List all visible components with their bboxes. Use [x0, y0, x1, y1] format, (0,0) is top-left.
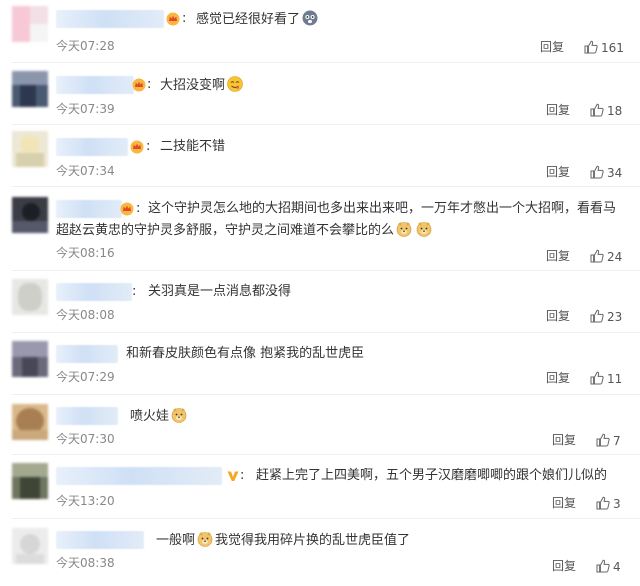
like-button[interactable]: 24 — [590, 249, 622, 264]
comment-time: 今天07:30 — [56, 432, 115, 446]
comment-item: : 大招没变啊 今天07:39 回复 18 — [0, 63, 640, 125]
comment-item: 喷火娃 今天07:30 回复 7 — [0, 395, 640, 455]
comment-text: 二技能不错 — [160, 139, 226, 154]
user-avatar[interactable] — [12, 279, 48, 315]
reply-button[interactable]: 回复 — [546, 249, 570, 263]
yum-face-emoji — [227, 76, 243, 92]
thumbs-up-icon — [596, 559, 610, 573]
like-button[interactable]: 18 — [590, 103, 622, 118]
vip-v-badge-icon — [227, 471, 239, 481]
comment-item: : 感觉已经很好看了 今天07:28 回复 161 — [0, 0, 640, 63]
reply-button[interactable]: 回复 — [552, 496, 576, 510]
user-avatar[interactable] — [12, 6, 48, 42]
comment-time: 今天13:20 — [56, 494, 115, 508]
thumbs-up-icon — [590, 371, 604, 385]
reply-button[interactable]: 回复 — [552, 433, 576, 447]
comment-time: 今天08:08 — [56, 308, 115, 322]
thumbs-up-icon — [596, 496, 610, 510]
like-button[interactable]: 3 — [596, 496, 621, 511]
reply-button[interactable]: 回复 — [546, 309, 570, 323]
comment-item: 一般啊 我觉得我用碎片换的乱世虎臣值了 今天08:38 回复 4 — [0, 519, 640, 586]
like-button[interactable]: 23 — [590, 309, 622, 324]
comment-item: : 赶紧上完了上四美啊，五个男子汉磨磨唧唧的跟个娘们儿似的 今天13:20 回复… — [0, 455, 640, 519]
comment-item: : 二技能不错 今天07:34 回复 34 — [0, 125, 640, 187]
doge-emoji — [171, 408, 187, 423]
comment-text: 大招没变啊 — [160, 76, 245, 95]
like-button[interactable]: 7 — [596, 433, 621, 448]
crown-badge-icon — [130, 140, 144, 154]
username[interactable] — [56, 10, 164, 28]
reply-button[interactable]: 回复 — [546, 103, 570, 117]
username[interactable] — [56, 345, 118, 363]
like-button[interactable]: 34 — [590, 165, 622, 180]
comment-text: 关羽真是一点消息都没得 — [148, 284, 292, 299]
thumbs-up-icon — [590, 165, 604, 179]
username[interactable] — [56, 283, 132, 301]
like-button[interactable]: 4 — [596, 559, 621, 574]
username[interactable] — [56, 407, 118, 425]
comment-text: 喷火娃 — [130, 407, 189, 426]
comment-text: 这个守护灵怎么地的大招期间也多出来出来吧，一万年才憋出一个大招啊，看看马超赵云黄… — [56, 201, 617, 238]
crown-badge-icon — [166, 12, 180, 26]
username[interactable] — [56, 138, 128, 156]
username[interactable] — [56, 76, 134, 94]
user-avatar[interactable] — [12, 131, 48, 167]
comment-list: : 感觉已经很好看了 今天07:28 回复 161 : 大招没变啊 今天07:3… — [0, 0, 640, 586]
thumbs-up-icon — [596, 433, 610, 447]
thumbs-up-icon — [590, 103, 604, 117]
thumbs-up-icon — [584, 40, 598, 54]
comment-text: 和新春皮肤颜色有点像 抱紧我的乱世虎臣 — [126, 346, 365, 361]
scared-face-emoji — [302, 10, 318, 26]
reply-button[interactable]: 回复 — [540, 40, 564, 54]
comment-time: 今天07:29 — [56, 370, 115, 384]
username[interactable] — [56, 467, 222, 485]
comment-item: 和新春皮肤颜色有点像 抱紧我的乱世虎臣 今天07:29 回复 11 — [0, 333, 640, 395]
comment-time: 今天07:34 — [56, 164, 115, 178]
comment-item: : 这个守护灵怎么地的大招期间也多出来出来吧，一万年才憋出一个大招啊，看看马超赵… — [0, 187, 640, 271]
thumbs-up-icon — [590, 249, 604, 263]
user-avatar[interactable] — [12, 463, 48, 499]
user-avatar[interactable] — [12, 528, 48, 564]
crown-badge-icon — [132, 78, 146, 92]
doge-emoji — [416, 222, 432, 237]
user-avatar[interactable] — [12, 404, 48, 440]
comment-time: 今天08:16 — [56, 246, 115, 260]
reply-button[interactable]: 回复 — [546, 165, 570, 179]
comment-text: 感觉已经很好看了 — [196, 10, 320, 29]
comment-time: 今天07:39 — [56, 102, 115, 116]
comment-time: 今天07:28 — [56, 39, 115, 53]
thumbs-up-icon — [590, 309, 604, 323]
doge-emoji — [396, 222, 412, 237]
user-avatar[interactable] — [12, 71, 48, 107]
reply-button[interactable]: 回复 — [546, 371, 570, 385]
doge-emoji — [197, 532, 213, 547]
username[interactable] — [56, 531, 144, 549]
like-button[interactable]: 161 — [584, 40, 624, 55]
comment-text: 一般啊 我觉得我用碎片换的乱世虎臣值了 — [156, 532, 411, 548]
comment-text: 赶紧上完了上四美啊，五个男子汉磨磨唧唧的跟个娘们儿似的 — [256, 468, 608, 483]
comment-time: 今天08:38 — [56, 556, 115, 570]
reply-button[interactable]: 回复 — [552, 559, 576, 573]
comment-item: : 关羽真是一点消息都没得 今天08:08 回复 23 — [0, 271, 640, 333]
like-button[interactable]: 11 — [590, 371, 622, 386]
user-avatar[interactable] — [12, 197, 48, 233]
user-avatar[interactable] — [12, 341, 48, 377]
